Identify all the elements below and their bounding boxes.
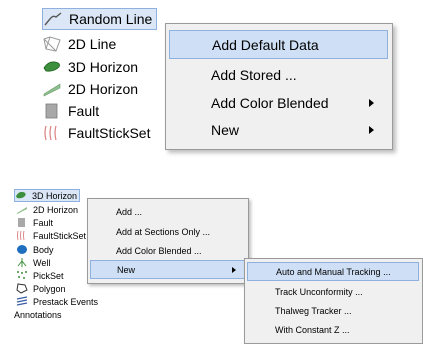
tree-item-fault[interactable]: Fault bbox=[16, 216, 53, 229]
faultstickset-icon bbox=[42, 124, 62, 142]
submenu-arrow-icon bbox=[369, 125, 374, 134]
menu-item-label: Auto and Manual Tracking ... bbox=[276, 266, 391, 277]
menu-item-label: Add Color Blended ... bbox=[116, 245, 202, 256]
tree-item-pickset[interactable]: PickSet bbox=[16, 269, 64, 282]
menu-item-new[interactable]: New bbox=[90, 260, 245, 279]
menu-item-add-at-sections-only[interactable]: Add at Sections Only ... bbox=[90, 222, 245, 241]
tree-item-well[interactable]: Well bbox=[16, 256, 50, 269]
3d-horizon-icon bbox=[15, 190, 27, 201]
polygon-icon bbox=[16, 283, 28, 294]
menu-item-auto-and-manual-tracking[interactable]: Auto and Manual Tracking ... bbox=[247, 262, 419, 281]
tree-item-label: Body bbox=[33, 244, 54, 255]
menu-item-add[interactable]: Add ... bbox=[90, 202, 245, 221]
tree-item-random-line[interactable]: Random Line bbox=[42, 8, 158, 30]
menu-item-label: Add Stored ... bbox=[211, 66, 297, 83]
tree-item-body[interactable]: Body bbox=[16, 243, 54, 256]
context-menu: Add Default Data Add Stored ... Add Colo… bbox=[165, 23, 393, 150]
tree-item-2d-horizon[interactable]: 2D Horizon bbox=[42, 78, 138, 100]
menu-item-new[interactable]: New bbox=[169, 115, 388, 144]
tree-item-label: 3D Horizon bbox=[32, 190, 78, 201]
tree-item-label: Fault bbox=[33, 217, 54, 228]
pickset-icon bbox=[16, 270, 28, 281]
prestack-events-icon bbox=[16, 296, 28, 307]
menu-item-thalweg-tracker[interactable]: Thalweg Tracker ... bbox=[247, 301, 419, 320]
tree-item-annotations[interactable]: Annotations bbox=[14, 308, 62, 321]
menu-item-label: Thalweg Tracker ... bbox=[275, 305, 352, 316]
tree-item-label: Polygon bbox=[33, 283, 66, 294]
tree-item-faultstickset[interactable]: FaultStickSet bbox=[16, 229, 86, 242]
fault-icon bbox=[16, 217, 28, 228]
submenu-new: Auto and Manual Tracking ... Track Uncon… bbox=[244, 258, 423, 344]
tree-item-label: 2D Line bbox=[68, 36, 117, 52]
tree-item-fault[interactable]: Fault bbox=[42, 100, 99, 122]
tree-item-label: 2D Horizon bbox=[33, 204, 79, 215]
2d-horizon-icon bbox=[16, 204, 28, 215]
menu-item-with-constant-z[interactable]: With Constant Z ... bbox=[247, 320, 419, 339]
3d-horizon-icon bbox=[42, 58, 62, 76]
tree-item-label: PickSet bbox=[33, 270, 64, 281]
submenu-arrow-icon bbox=[369, 98, 374, 107]
tree-item-prestack-events[interactable]: Prestack Events bbox=[16, 295, 98, 308]
tree-item-label: Annotations bbox=[14, 309, 62, 320]
menu-item-add-color-blended[interactable]: Add Color Blended bbox=[169, 88, 388, 117]
faultstickset-icon bbox=[16, 230, 28, 241]
menu-item-track-unconformity[interactable]: Track Unconformity ... bbox=[247, 282, 419, 301]
fault-icon bbox=[42, 102, 62, 120]
tree-item-label: FaultStickSet bbox=[68, 125, 151, 141]
menu-item-label: Track Unconformity ... bbox=[275, 286, 363, 297]
menu-item-label: Add at Sections Only ... bbox=[116, 226, 211, 237]
tree-item-2d-line[interactable]: 2D Line bbox=[42, 33, 116, 55]
tree-item-3d-horizon[interactable]: 3D Horizon bbox=[42, 56, 138, 78]
tree-item-label: 2D Horizon bbox=[68, 81, 139, 97]
menu-item-label: New bbox=[117, 264, 136, 275]
menu-item-add-color-blended[interactable]: Add Color Blended ... bbox=[90, 241, 245, 260]
tree-item-2d-horizon[interactable]: 2D Horizon bbox=[16, 203, 78, 216]
menu-item-label: With Constant Z ... bbox=[275, 324, 350, 335]
menu-item-label: New bbox=[211, 121, 240, 138]
menu-item-label: Add Default Data bbox=[212, 36, 319, 53]
body-icon bbox=[16, 244, 28, 255]
tree-item-polygon[interactable]: Polygon bbox=[16, 282, 66, 295]
tree-item-label: 3D Horizon bbox=[68, 59, 139, 75]
well-icon bbox=[16, 257, 28, 268]
context-menu: Add ... Add at Sections Only ... Add Col… bbox=[87, 198, 249, 284]
menu-item-label: Add ... bbox=[116, 206, 143, 217]
menu-item-add-stored[interactable]: Add Stored ... bbox=[169, 60, 388, 89]
2d-horizon-icon bbox=[42, 80, 62, 98]
tree-item-label: Fault bbox=[68, 103, 100, 119]
random-line-icon bbox=[43, 10, 63, 28]
tree-item-label: Well bbox=[33, 257, 51, 268]
tree-item-3d-horizon[interactable]: 3D Horizon bbox=[14, 189, 81, 202]
tree-item-label: FaultStickSet bbox=[33, 230, 87, 241]
2d-line-icon bbox=[42, 35, 62, 53]
tree-item-label: Random Line bbox=[69, 11, 153, 27]
tree-item-faultstickset[interactable]: FaultStickSet bbox=[42, 122, 150, 144]
menu-item-add-default-data[interactable]: Add Default Data bbox=[169, 30, 388, 59]
tree-item-label: Prestack Events bbox=[33, 296, 99, 307]
menu-item-label: Add Color Blended bbox=[211, 94, 329, 111]
submenu-arrow-icon bbox=[232, 266, 236, 273]
